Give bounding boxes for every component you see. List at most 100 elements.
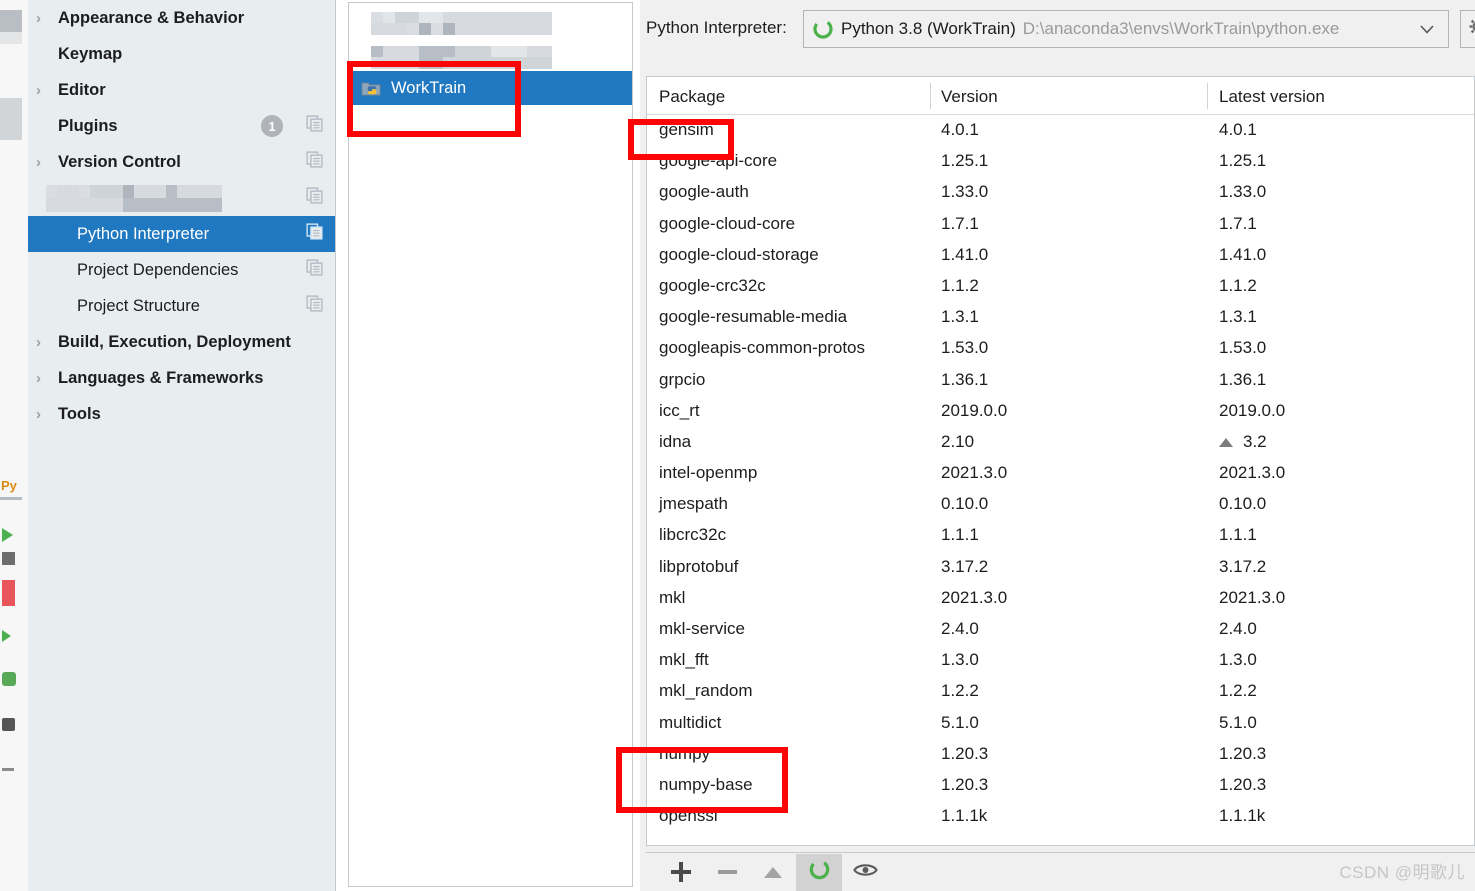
column-divider[interactable]: [1207, 83, 1208, 109]
record-icon[interactable]: [2, 580, 18, 606]
package-version-cell: 1.1.1: [941, 525, 979, 545]
settings-small-icon[interactable]: [2, 718, 18, 734]
sidebar-item-languages-frameworks[interactable]: › Languages & Frameworks: [28, 360, 335, 396]
sidebar-item-build-execution-deployment[interactable]: › Build, Execution, Deployment: [28, 324, 335, 360]
sidebar-item-version-control[interactable]: › Version Control: [28, 144, 335, 180]
sidebar-item-editor[interactable]: › Editor: [28, 72, 335, 108]
conda-button[interactable]: [796, 853, 842, 891]
debug-icon[interactable]: [2, 672, 18, 688]
package-version-cell: 3.17.2: [941, 556, 989, 576]
interpreter-settings-button[interactable]: [1460, 10, 1475, 48]
run-small-icon[interactable]: [2, 630, 18, 646]
copy-settings-icon[interactable]: [306, 151, 323, 173]
table-row[interactable]: grpcio 1.36.1 1.36.1: [647, 365, 1474, 396]
sidebar-item-label: Version Control: [58, 152, 181, 171]
ide-bg-block: [0, 32, 22, 44]
table-row[interactable]: google-resumable-media 1.3.1 1.3.1: [647, 302, 1474, 333]
table-row[interactable]: libcrc32c 1.1.1 1.1.1: [647, 520, 1474, 551]
column-header-package[interactable]: Package: [659, 87, 725, 107]
copy-settings-icon[interactable]: [306, 259, 323, 281]
table-row-clipped[interactable]: pandas 1.2.4 1.2.4: [647, 832, 1474, 842]
table-row[interactable]: mkl_fft 1.3.0 1.3.0: [647, 645, 1474, 676]
package-name-cell: mkl: [659, 587, 686, 607]
package-latest-version-cell: 2.4.0: [1219, 619, 1257, 638]
redacted-text-mosaic: [46, 185, 222, 212]
minus-icon: [717, 870, 737, 874]
annotation-box-numpy: [616, 747, 788, 813]
run-icon[interactable]: [2, 528, 18, 544]
package-name-cell: googleapis-common-protos: [659, 338, 865, 358]
sidebar-item-python-interpreter[interactable]: Python Interpreter: [28, 216, 335, 252]
remove-package-button[interactable]: [704, 854, 750, 891]
package-name-cell: multidict: [659, 712, 722, 732]
table-row[interactable]: google-cloud-storage 1.41.0 1.41.0: [647, 240, 1474, 271]
table-row[interactable]: icc_rt 2019.0.0 2019.0.0: [647, 396, 1474, 427]
settings-tree[interactable]: ›Appearance & Behavior›Keymap › Editor ›Plu…: [28, 0, 336, 891]
sidebar-item-label: Python Interpreter: [77, 224, 210, 243]
package-name-cell: google-crc32c: [659, 275, 766, 295]
column-divider[interactable]: [930, 83, 931, 109]
table-row[interactable]: libprotobuf 3.17.2 3.17.2: [647, 552, 1474, 583]
column-header-latest-version[interactable]: Latest version: [1219, 87, 1325, 107]
sidebar-item-tools[interactable]: › Tools: [28, 396, 335, 432]
table-row[interactable]: idna 2.10 3.2: [647, 427, 1474, 458]
add-package-button[interactable]: [658, 854, 704, 891]
package-latest-version-cell: 1.3.0: [1219, 650, 1257, 670]
package-name-cell: icc_rt: [659, 400, 700, 420]
upgrade-package-button[interactable]: [750, 854, 796, 891]
package-version-cell: 1.2.2: [941, 681, 979, 701]
chevron-right-icon[interactable]: ›: [36, 83, 52, 98]
upgrade-available-icon: [1219, 437, 1233, 447]
chevron-right-icon[interactable]: ›: [36, 371, 52, 386]
sidebar-item-plugins[interactable]: ›Plugins1: [28, 108, 335, 144]
show-early-releases-button[interactable]: [842, 854, 888, 891]
table-row[interactable]: google-api-core 1.25.1 1.25.1: [647, 146, 1474, 177]
screenshot-root: Py ›Appearance & Behavior›Keymap›Editor›…: [0, 0, 1475, 891]
table-row[interactable]: google-crc32c 1.1.2 1.1.2: [647, 271, 1474, 302]
packages-table[interactable]: Package Version Latest version gensim 4.0…: [646, 76, 1475, 846]
ide-background-strip: Py: [0, 0, 28, 891]
sidebar-item-keymap[interactable]: ›Keymap: [28, 36, 335, 72]
sidebar-item-project-dependencies[interactable]: Project Dependencies: [28, 252, 335, 288]
table-row[interactable]: googleapis-common-protos 1.53.0 1.53.0: [647, 333, 1474, 364]
package-version-cell: 2021.3.0: [941, 463, 1008, 483]
package-version-cell: 1.25.1: [941, 151, 989, 171]
sidebar-item-redacted[interactable]: ›: [28, 180, 335, 216]
sidebar-item-appearance-behavior[interactable]: › Appearance & Behavior: [28, 0, 335, 36]
table-row[interactable]: google-cloud-core 1.7.1 1.7.1: [647, 209, 1474, 240]
package-version-cell: 0.10.0: [941, 494, 989, 514]
package-latest-version-cell: 2021.3.0: [1219, 587, 1286, 607]
chevron-down-icon[interactable]: [1420, 21, 1434, 38]
package-version-cell: 4.0.1: [941, 120, 979, 139]
table-row[interactable]: google-auth 1.33.0 1.33.0: [647, 177, 1474, 208]
collapse-icon[interactable]: [2, 768, 18, 784]
chevron-right-icon[interactable]: ›: [36, 335, 52, 350]
package-version-cell: 2019.0.0: [941, 400, 1008, 420]
table-row[interactable]: intel-openmp 2021.3.0 2021.3.0: [647, 458, 1474, 489]
env-list-item-redacted[interactable]: [349, 3, 632, 37]
table-row[interactable]: multidict 5.1.0 5.1.0: [647, 708, 1474, 739]
column-header-version[interactable]: Version: [941, 87, 998, 107]
table-row[interactable]: mkl 2021.3.0 2021.3.0: [647, 583, 1474, 614]
chevron-right-icon[interactable]: ›: [36, 155, 52, 170]
sidebar-item-project-structure[interactable]: Project Structure: [28, 288, 335, 324]
package-latest-version-cell: 1.1.1k: [1219, 806, 1266, 826]
chevron-right-icon[interactable]: ›: [36, 11, 52, 26]
package-name-cell: google-auth: [659, 182, 749, 202]
package-version-cell: 1.33.0: [941, 182, 989, 202]
chevron-right-icon[interactable]: ›: [36, 407, 52, 422]
copy-settings-icon[interactable]: [306, 223, 323, 245]
stop-icon[interactable]: [2, 552, 18, 568]
table-row[interactable]: gensim 4.0.1 4.0.1: [647, 115, 1474, 146]
csdn-watermark: CSDN @明歌儿: [1339, 863, 1465, 882]
sidebar-item-label: Editor: [58, 80, 106, 99]
copy-settings-icon[interactable]: [306, 187, 323, 209]
table-row[interactable]: mkl_random 1.2.2 1.2.2: [647, 676, 1474, 707]
package-latest-version-cell: 0.10.0: [1219, 494, 1267, 514]
copy-settings-icon[interactable]: [306, 115, 323, 137]
redacted-text-mosaic: [371, 12, 552, 35]
table-row[interactable]: mkl-service 2.4.0 2.4.0: [647, 614, 1474, 645]
table-row[interactable]: jmespath 0.10.0 0.10.0: [647, 489, 1474, 520]
interpreter-dropdown[interactable]: Python 3.8 (WorkTrain) D:\anaconda3\envs…: [803, 10, 1449, 48]
copy-settings-icon[interactable]: [306, 295, 323, 317]
